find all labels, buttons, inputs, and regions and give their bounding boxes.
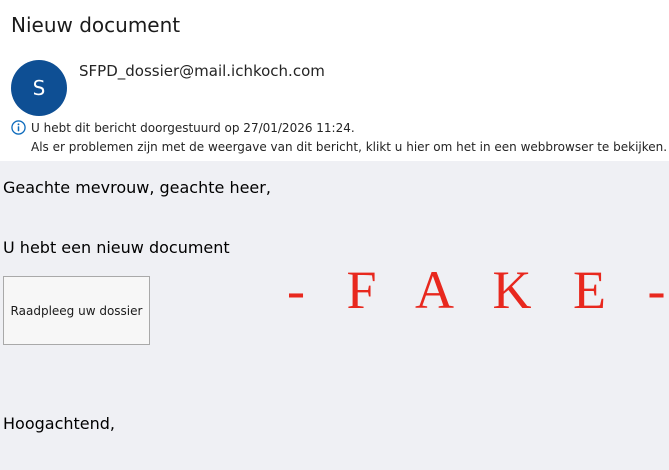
info-icon: [11, 120, 26, 135]
fake-stamp: - F A K E -: [287, 260, 669, 320]
view-in-browser-link[interactable]: Als er problemen zijn met de weergave va…: [31, 140, 667, 154]
closing-text: Hoogachtend,: [3, 414, 116, 433]
message-header: Nieuw document S SFPD_dossier@mail.ichko…: [0, 0, 669, 161]
message-subject: Nieuw document: [11, 13, 181, 37]
consult-dossier-button[interactable]: Raadpleeg uw dossier: [3, 276, 150, 345]
message-body: Geachte mevrouw, geachte heer, U hebt ee…: [0, 161, 669, 470]
forwarded-notice: U hebt dit bericht doorgestuurd op 27/01…: [31, 121, 355, 135]
greeting-text: Geachte mevrouw, geachte heer,: [3, 178, 271, 197]
sender-avatar[interactable]: S: [11, 60, 67, 116]
intro-text: U hebt een nieuw document: [3, 238, 230, 257]
sender-address[interactable]: SFPD_dossier@mail.ichkoch.com: [79, 62, 325, 80]
